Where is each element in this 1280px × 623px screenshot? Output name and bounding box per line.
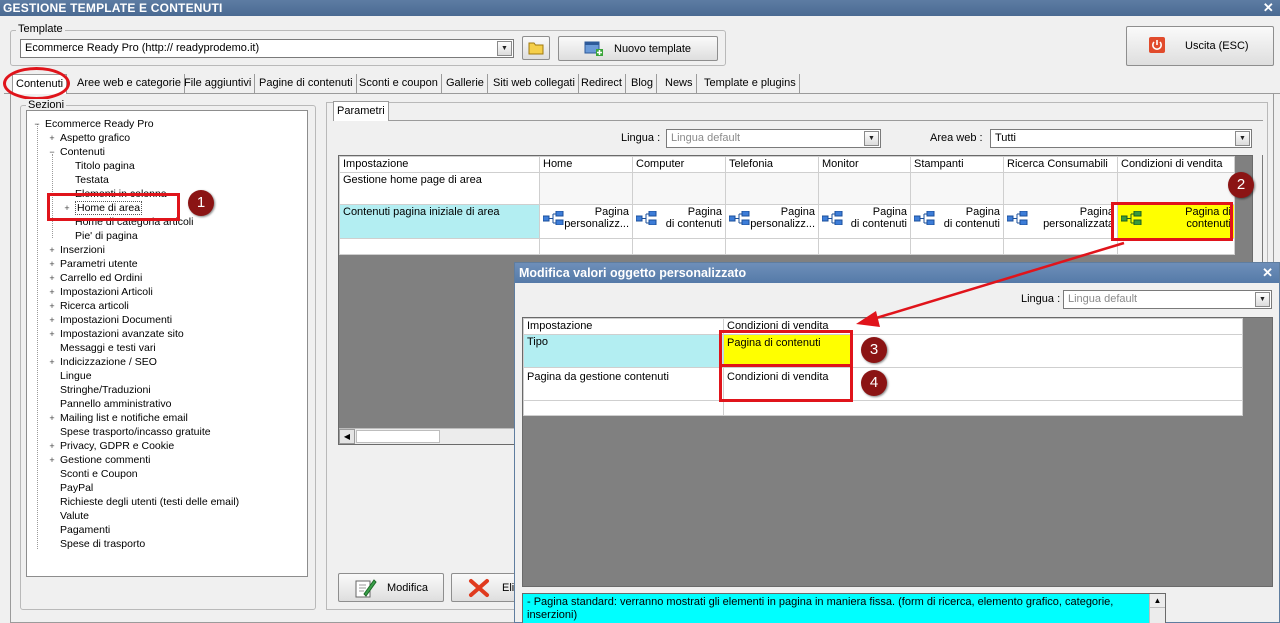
step-badge-3: 3 — [861, 337, 887, 363]
step-badge-2: 2 — [1228, 172, 1254, 198]
annotation-arrow — [856, 241, 1125, 327]
step-badge-1: 1 — [188, 190, 214, 216]
step-badge-4: 4 — [861, 370, 887, 396]
